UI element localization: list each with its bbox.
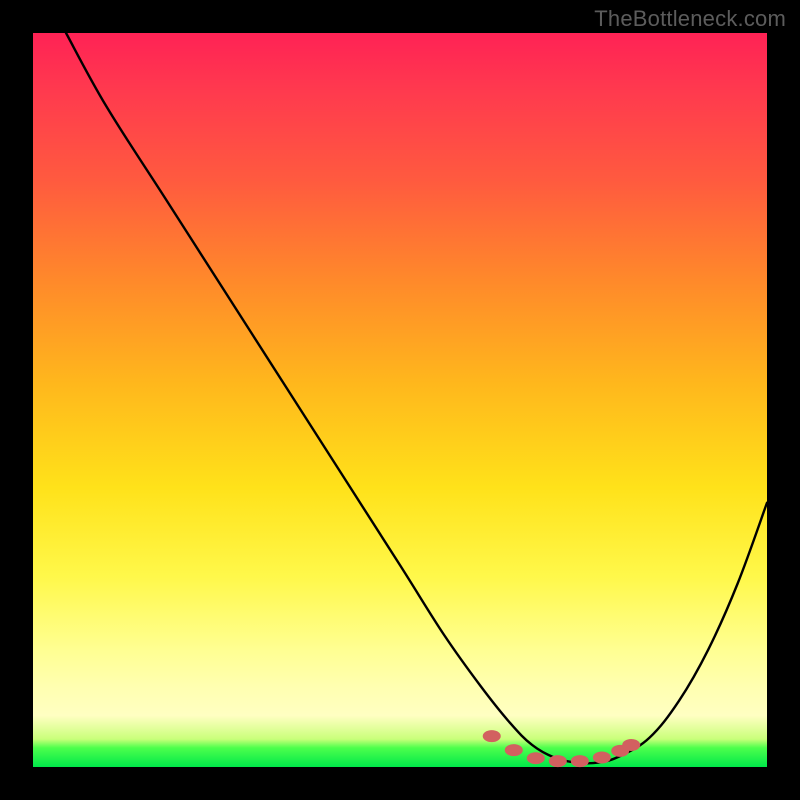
curve-line [66,33,767,763]
chart-svg [33,33,767,767]
plot-area [33,33,767,767]
curve-marker [571,755,589,767]
curve-marker [527,752,545,764]
curve-marker [549,755,567,767]
curve-marker [622,739,640,751]
highlight-markers [483,730,640,767]
curve-marker [505,744,523,756]
curve-marker [483,730,501,742]
chart-container: TheBottleneck.com [0,0,800,800]
watermark-text: TheBottleneck.com [594,6,786,32]
curve-marker [593,751,611,763]
